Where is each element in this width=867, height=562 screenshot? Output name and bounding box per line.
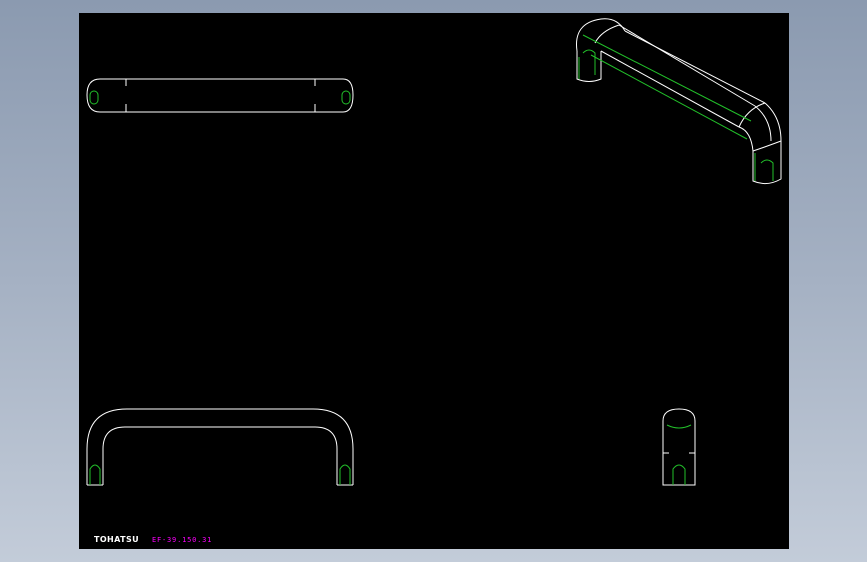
- top-view: [86, 78, 354, 113]
- cad-drawing: [86, 18, 782, 486]
- front-view-hidden-edges: [89, 464, 351, 485]
- side-view: [662, 408, 696, 486]
- front-view: [86, 408, 354, 486]
- part-code-label: EF-39.150.31: [152, 536, 213, 544]
- side-view-hidden-edges: [666, 424, 692, 485]
- isometric-view: [576, 18, 782, 185]
- brand-logo: TOHATSU: [94, 535, 140, 544]
- drawing-viewport: TOHATSU EF-39.150.31: [79, 13, 789, 549]
- top-view-hidden-edges: [89, 90, 351, 105]
